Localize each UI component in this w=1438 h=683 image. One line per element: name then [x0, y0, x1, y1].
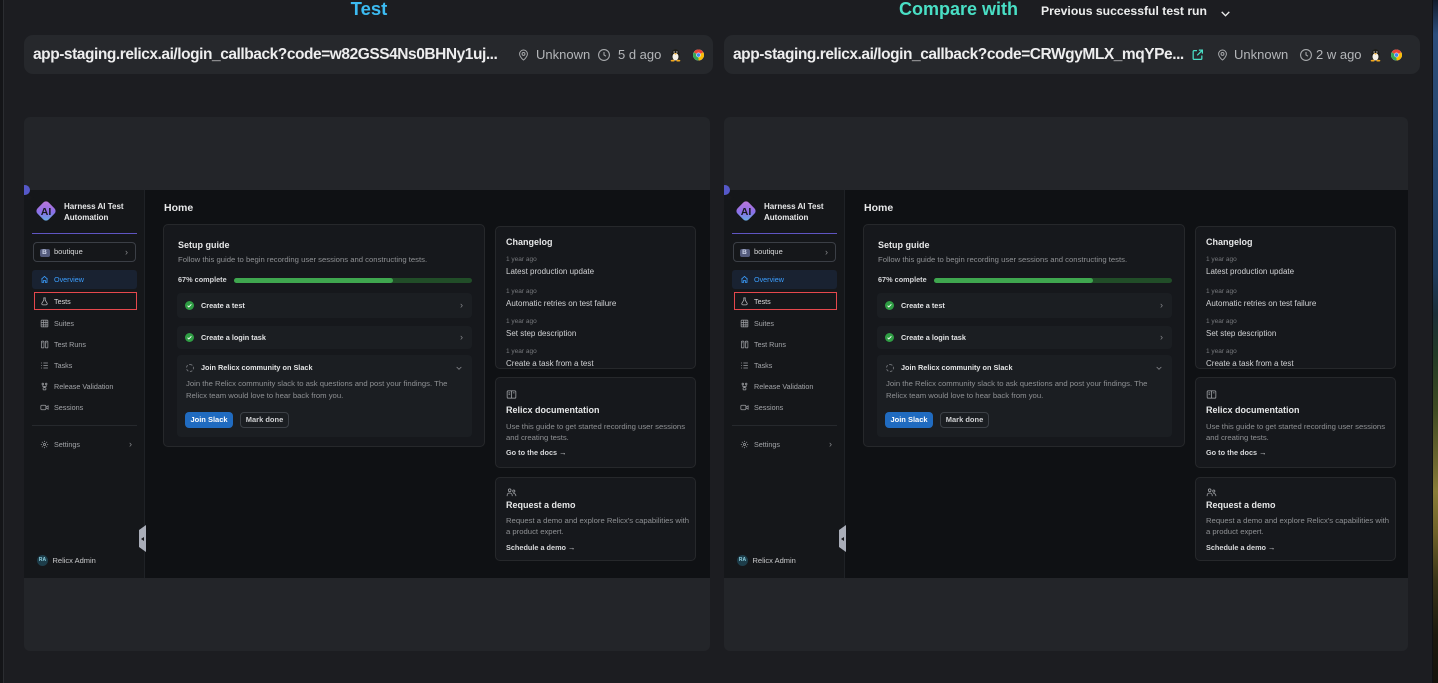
svg-text:AI: AI [741, 206, 752, 218]
svg-text:AI: AI [41, 206, 52, 218]
